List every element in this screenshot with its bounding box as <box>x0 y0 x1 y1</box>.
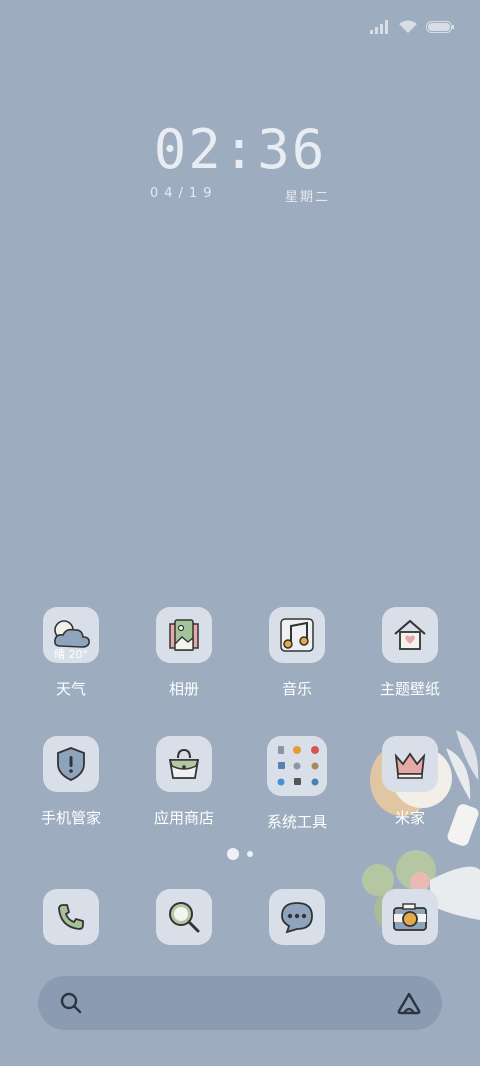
app-label: 天气 <box>55 680 86 698</box>
dock-phone[interactable] <box>21 889 121 945</box>
shield-icon <box>43 736 99 792</box>
page-dot[interactable] <box>247 851 253 857</box>
dock-browser[interactable] <box>134 889 234 945</box>
app-label: 音乐 <box>281 680 312 698</box>
clock-date: 04/19 <box>150 186 218 201</box>
app-gallery[interactable]: 相册 <box>134 607 234 699</box>
home-screen: { "status":{"signal_icon":"signal-icon",… <box>0 0 480 1066</box>
app-weather[interactable]: 晴 20° 天气 <box>21 607 121 699</box>
weather-badge: 晴 20° <box>54 648 88 661</box>
page-indicator[interactable] <box>0 848 480 860</box>
search-magnifier-icon <box>156 889 212 945</box>
theme-house-icon <box>382 607 438 663</box>
app-label: 系统工具 <box>266 813 327 831</box>
gallery-icon <box>156 607 212 663</box>
status-bar <box>370 20 454 34</box>
clock-time: 02:36 <box>153 118 327 181</box>
page-dot-active[interactable] <box>227 848 239 860</box>
search-icon <box>60 992 82 1014</box>
app-security[interactable]: 手机管家 <box>21 736 121 828</box>
shopping-bag-icon <box>156 736 212 792</box>
app-label: 主题壁纸 <box>379 680 440 698</box>
crown-icon <box>382 736 438 792</box>
dock-camera[interactable] <box>360 889 460 945</box>
app-label: 米家 <box>394 809 425 827</box>
music-icon <box>269 607 325 663</box>
app-system-tools-folder[interactable]: 系统工具 <box>247 736 347 832</box>
camera-icon <box>382 889 438 945</box>
search-bar[interactable] <box>38 976 442 1030</box>
signal-icon <box>370 20 388 34</box>
app-store[interactable]: 应用商店 <box>134 736 234 828</box>
app-themes[interactable]: 主题壁纸 <box>360 607 460 699</box>
clock-widget[interactable]: 02:36 <box>0 118 480 181</box>
app-mihome[interactable]: 米家 <box>360 736 460 828</box>
dock-messages[interactable] <box>247 889 347 945</box>
wifi-icon <box>399 20 417 33</box>
weather-icon: 晴 20° <box>43 607 99 663</box>
folder-icon <box>267 736 327 796</box>
assistant-icon[interactable] <box>396 991 422 1015</box>
app-label: 手机管家 <box>40 809 101 827</box>
app-music[interactable]: 音乐 <box>247 607 347 699</box>
clock-weekday: 星期二 <box>284 190 330 205</box>
battery-icon <box>426 21 454 33</box>
app-label: 相册 <box>168 680 199 698</box>
message-bubble-icon <box>269 889 325 945</box>
phone-icon <box>43 889 99 945</box>
app-label: 应用商店 <box>153 809 214 827</box>
date-line: 04/19 星期二 <box>150 186 330 205</box>
